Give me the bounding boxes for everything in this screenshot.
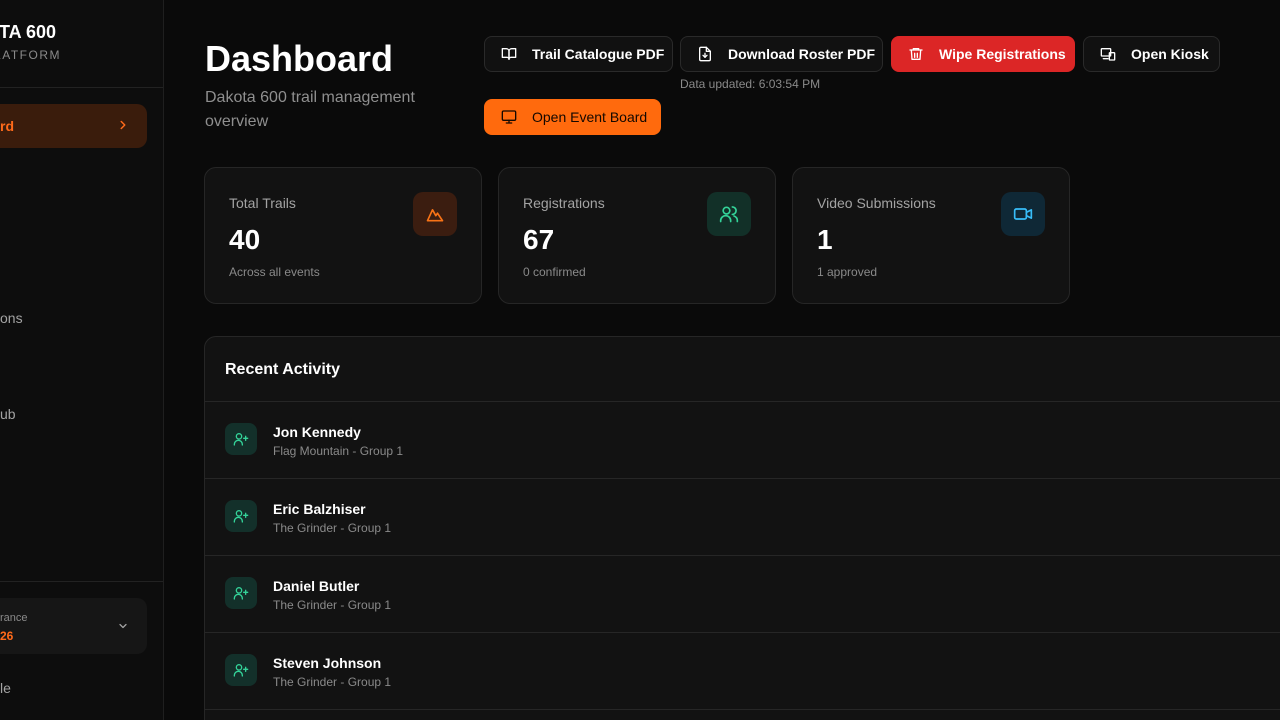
video-icon	[1001, 192, 1045, 236]
sidebar-item-registrations[interactable]: ons	[0, 310, 23, 326]
stat-card-registrations: Registrations 67 0 confirmed	[498, 167, 776, 304]
user-plus-icon	[225, 577, 257, 609]
sidebar-item-hub[interactable]: ub	[0, 406, 16, 422]
stat-label: Video Submissions	[817, 195, 936, 211]
trash-icon	[909, 48, 923, 60]
user-plus-icon	[225, 654, 257, 686]
recent-activity-title: Recent Activity	[225, 361, 340, 378]
trail-catalogue-pdf-label: Trail Catalogue PDF	[532, 46, 665, 62]
stat-value: 40	[229, 224, 261, 255]
list-item[interactable]: Steven Johnson The Grinder - Group 1	[205, 633, 1280, 710]
sidebar-item-dashboard-label: rd	[0, 118, 14, 134]
list-item[interactable]: Daniel Butler The Grinder - Group 1	[205, 556, 1280, 633]
book-icon	[501, 48, 517, 60]
open-kiosk-label: Open Kiosk	[1131, 46, 1209, 62]
activity-detail: The Grinder - Group 1	[273, 598, 392, 612]
mountain-icon	[413, 192, 457, 236]
stat-label: Registrations	[523, 195, 605, 211]
event-selector-label: rance	[0, 612, 28, 624]
trail-catalogue-pdf-button[interactable]: Trail Catalogue PDF	[484, 36, 673, 72]
stat-value: 1	[817, 224, 833, 255]
data-updated-timestamp: Data updated: 6:03:54 PM	[680, 77, 821, 91]
activity-name: Steven Johnson	[273, 655, 382, 671]
activity-detail: Flag Mountain - Group 1	[273, 444, 404, 458]
page-subtitle: Dakota 600 trail management overview	[205, 89, 415, 130]
stat-label: Total Trails	[229, 195, 296, 211]
download-roster-pdf-label: Download Roster PDF	[728, 46, 876, 62]
activity-detail: The Grinder - Group 1	[273, 675, 392, 689]
sidebar-item-bottom[interactable]: le	[0, 680, 11, 696]
list-item[interactable]: Eric Balzhiser The Grinder - Group 1	[205, 479, 1280, 556]
stat-card-total-trails: Total Trails 40 Across all events	[204, 167, 482, 304]
file-download-icon	[699, 46, 711, 62]
stat-note: 0 confirmed	[523, 265, 586, 279]
event-selector-value: 26	[0, 629, 14, 643]
open-event-board-label: Open Event Board	[532, 109, 648, 125]
activity-name: Jon Kennedy	[273, 424, 361, 440]
wipe-registrations-label: Wipe Registrations	[939, 46, 1066, 62]
brand: OTA 600 LATFORM	[0, 0, 163, 88]
sidebar: OTA 600 LATFORM rd ons ub rance 26 le	[0, 0, 164, 720]
chevron-right-icon	[120, 120, 126, 130]
stat-note: 1 approved	[817, 265, 878, 279]
app-root: OTA 600 LATFORM rd ons ub rance 26 le Da…	[0, 0, 1280, 720]
stat-card-video-submissions: Video Submissions 1 1 approved	[792, 167, 1070, 304]
sidebar-divider	[0, 581, 163, 582]
brand-title: OTA 600	[0, 22, 56, 42]
activity-name: Eric Balzhiser	[273, 501, 366, 517]
activity-detail: The Grinder - Group 1	[273, 521, 392, 535]
user-plus-icon	[225, 500, 257, 532]
activity-name: Daniel Butler	[273, 578, 360, 594]
monitor-icon	[501, 110, 517, 124]
chevron-down-icon	[119, 623, 127, 629]
stat-note: Across all events	[229, 265, 320, 279]
devices-icon	[1100, 48, 1116, 61]
brand-subtitle: LATFORM	[0, 48, 61, 62]
wipe-registrations-button[interactable]: Wipe Registrations	[891, 36, 1075, 72]
page-title: Dashboard	[205, 38, 394, 79]
download-roster-pdf-button[interactable]: Download Roster PDF	[680, 36, 883, 72]
user-plus-icon	[225, 423, 257, 455]
list-item[interactable]: Jon Kennedy Flag Mountain - Group 1	[205, 402, 1280, 479]
recent-activity-panel: Recent Activity Jon Kennedy Flag Mountai…	[204, 336, 1280, 720]
users-icon	[707, 192, 751, 236]
open-kiosk-button[interactable]: Open Kiosk	[1083, 36, 1220, 72]
open-event-board-button[interactable]: Open Event Board	[484, 99, 661, 135]
stat-value: 67	[523, 224, 555, 255]
